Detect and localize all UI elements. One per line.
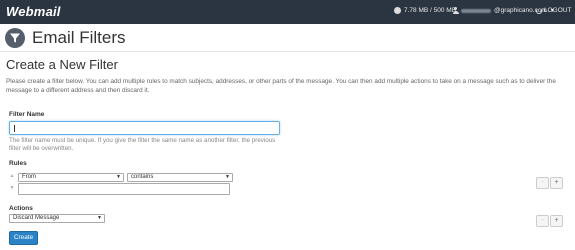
redacted-username — [461, 8, 491, 13]
page-title: Email Filters — [32, 28, 126, 47]
power-icon — [536, 7, 542, 14]
filter-name-input[interactable] — [9, 121, 280, 135]
reorder-handle-icon[interactable]: ▲ ▼ — [9, 173, 15, 191]
disk-icon — [394, 7, 401, 14]
create-button[interactable]: Create — [9, 231, 38, 245]
disk-usage-text: 7.78 MB / 500 MB — [404, 7, 457, 14]
add-rule-button[interactable]: + — [550, 177, 563, 189]
chevron-down-icon: ▼ — [116, 174, 121, 180]
rule-value-input[interactable] — [18, 183, 230, 195]
action-select[interactable]: Discard Message ▼ — [9, 214, 105, 223]
text-cursor — [14, 125, 15, 132]
remove-rule-button[interactable]: - — [536, 177, 549, 189]
disk-usage: 7.78 MB / 500 MB — [394, 7, 456, 14]
chevron-down-icon: ▼ — [97, 215, 102, 221]
rule-operator-select[interactable]: contains ▼ — [127, 173, 233, 182]
top-navbar: Webmail 7.78 MB / 500 MB @graphicano.com… — [0, 0, 575, 24]
logout-link[interactable]: LOGOUT — [536, 7, 571, 14]
rules-label: Rules — [9, 160, 27, 167]
page-header: Email Filters — [0, 24, 575, 52]
webmail-logo[interactable]: Webmail — [6, 4, 61, 19]
form-heading: Create a New Filter — [6, 57, 118, 72]
add-action-button[interactable]: + — [550, 215, 563, 227]
rule-field-select[interactable]: From ▼ — [18, 173, 124, 182]
filter-name-help: The filter name must be unique. If you g… — [9, 137, 276, 152]
logout-label: LOGOUT — [544, 7, 572, 14]
rule-operator-value: contains — [131, 174, 154, 180]
filter-name-label: Filter Name — [9, 111, 45, 118]
action-select-value: Discard Message — [13, 215, 60, 221]
chevron-down-icon: ▼ — [225, 174, 230, 180]
funnel-icon — [5, 28, 25, 48]
rule-field-value: From — [22, 174, 36, 180]
user-icon — [452, 7, 459, 14]
remove-action-button[interactable]: - — [536, 215, 549, 227]
form-description: Please create a filter below. You can ad… — [6, 78, 556, 94]
actions-label: Actions — [9, 205, 33, 212]
